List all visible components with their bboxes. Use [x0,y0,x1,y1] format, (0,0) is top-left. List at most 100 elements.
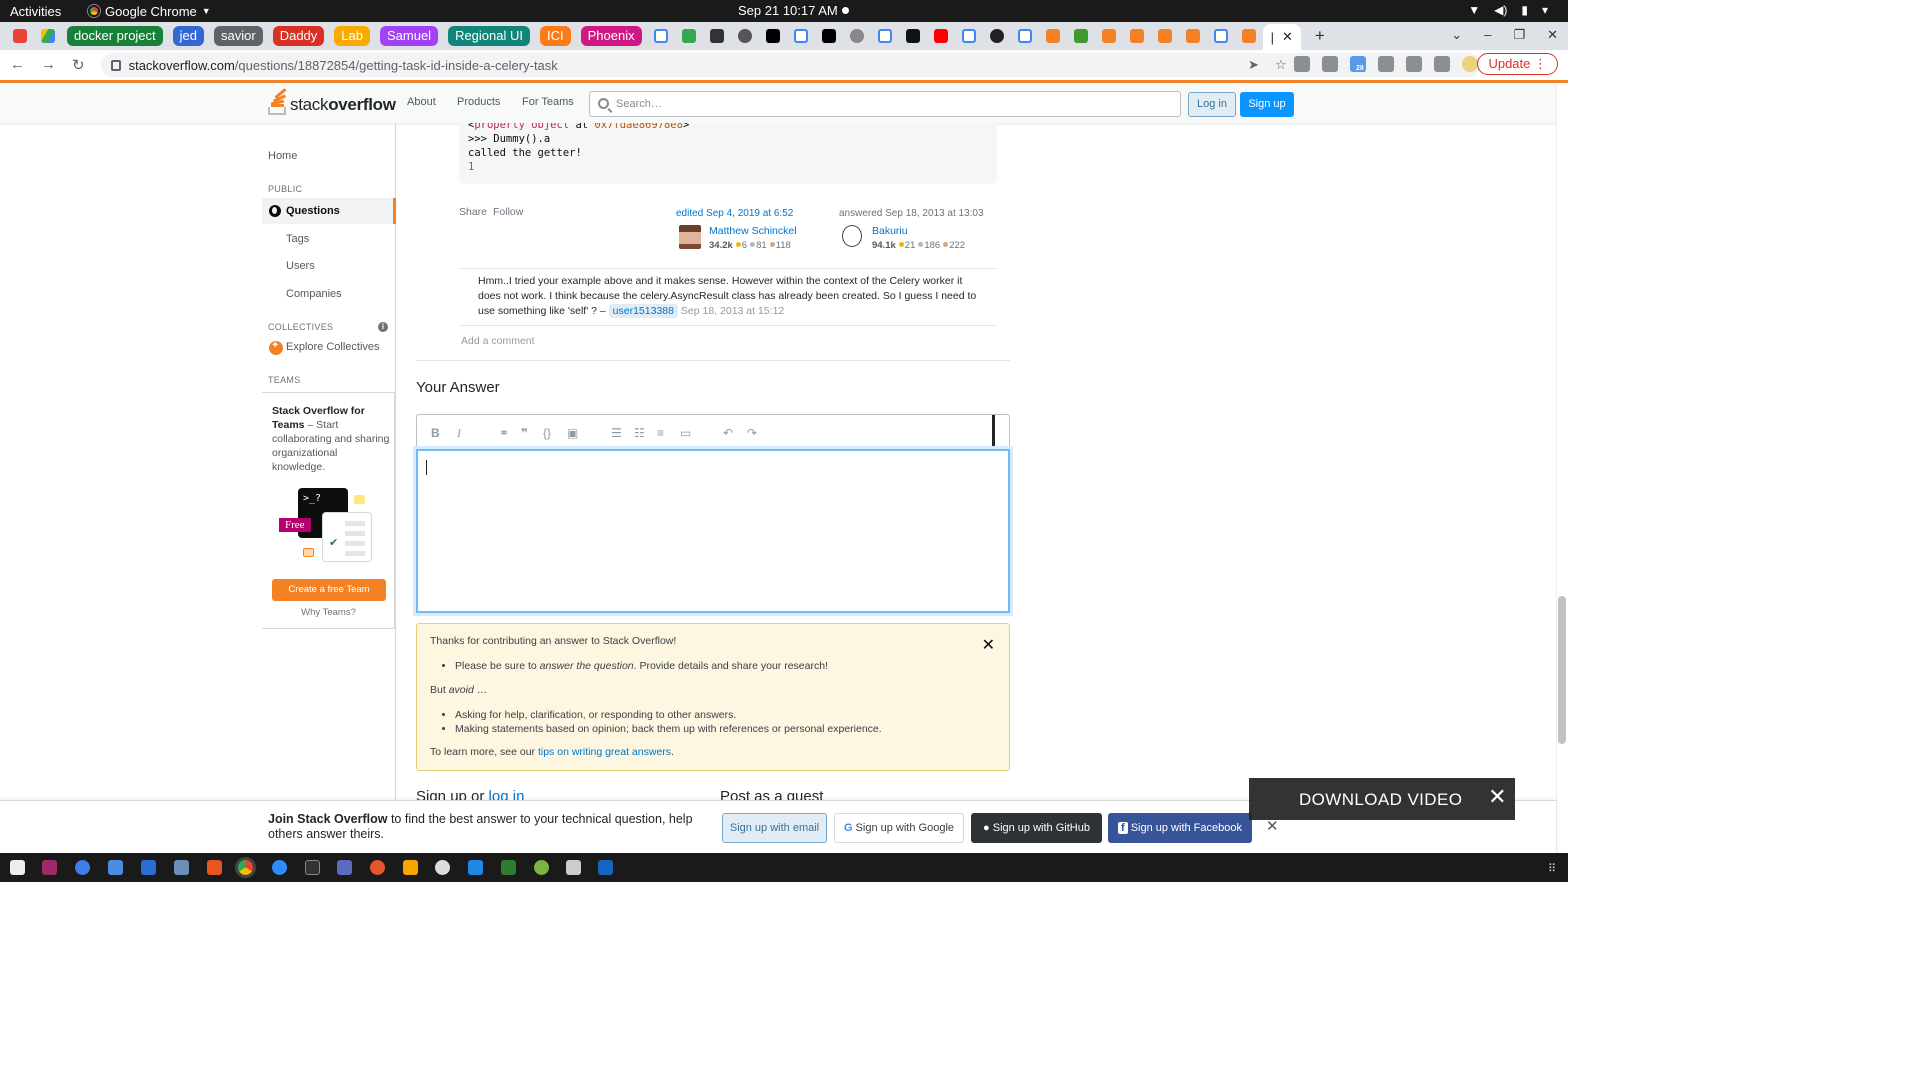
tab-group-savior[interactable]: savior [214,26,263,46]
update-button[interactable]: Update ⋮ [1477,53,1558,75]
heading-icon[interactable]: ≡ [657,426,664,440]
back-icon[interactable]: ← [10,56,25,74]
google-tab-icon[interactable] [961,29,976,43]
clock[interactable]: Sep 21 10:17 AM [738,3,838,18]
show-desktop-icon[interactable] [10,860,25,875]
tab-group-regional-ui[interactable]: Regional UI [448,26,530,46]
forward-icon[interactable]: → [41,56,56,74]
sidebar-tags[interactable]: Tags [286,233,309,245]
app-icon[interactable] [337,860,352,875]
stackoverflow-tab-icon[interactable] [1241,29,1256,43]
google-tab-icon[interactable] [653,29,668,43]
vscode-icon[interactable] [468,860,483,875]
tab-group-daddy[interactable]: Daddy [272,26,325,46]
edited-link[interactable]: edited Sep 4, 2019 at 6:52 [676,208,793,219]
close-window-icon[interactable]: ✕ [1547,27,1558,43]
tab-favicon-icon[interactable] [681,29,696,43]
lock-icon[interactable] [110,59,121,71]
app-icon[interactable] [42,860,57,875]
bookmark-star-icon[interactable]: ☆ [1275,57,1287,73]
bulleted-list-icon[interactable]: ☷ [634,426,645,440]
signup-button[interactable]: Sign up [1240,92,1294,117]
tab-group-ici[interactable]: ICI [540,26,571,46]
google-tab-icon[interactable] [1017,29,1032,43]
code-icon[interactable]: {} [543,426,551,440]
activities-button[interactable]: Activities [0,4,82,19]
gmail-icon[interactable] [13,29,27,43]
app-icon[interactable] [534,860,549,875]
side-panel-icon[interactable] [1434,56,1450,72]
close-tab-icon[interactable]: ✕ [1282,29,1293,45]
numbered-list-icon[interactable]: ☰ [611,426,622,440]
share-link[interactable]: Share [459,206,487,218]
avatar[interactable] [679,225,701,249]
youtube-tab-icon[interactable] [933,29,948,43]
italic-icon[interactable]: I [457,426,461,441]
tab-group-lab[interactable]: Lab [334,26,370,46]
comment-user-link[interactable]: user1513388 [608,304,678,318]
zoom-icon[interactable] [272,860,287,875]
sidebar-users[interactable]: Users [286,260,315,272]
send-icon[interactable]: ➤ [1248,57,1259,73]
reading-list-icon[interactable] [1406,56,1422,72]
info-icon[interactable]: i [378,322,388,332]
tab-group-samuel[interactable]: Samuel [379,26,439,46]
app-icon[interactable] [566,860,581,875]
search-input[interactable]: Search… [589,91,1181,117]
sidebar-questions[interactable]: Questions [262,198,396,224]
close-icon[interactable]: ✕ [982,635,995,655]
tab-favicon-icon[interactable] [849,29,864,43]
editor-name[interactable]: Matthew Schinckel [709,225,797,237]
sidebar-home[interactable]: Home [268,150,297,162]
signup-github-button[interactable]: ● Sign up with GitHub [971,813,1102,843]
redo-icon[interactable]: ↷ [747,426,757,440]
app-icon[interactable] [501,860,516,875]
signup-email-button[interactable]: Sign up with email [722,813,827,843]
author-name[interactable]: Bakuriu [872,225,908,237]
app-icon[interactable] [435,860,450,875]
undo-icon[interactable]: ↶ [723,426,733,440]
system-tray[interactable]: ▼ ◀) ▮ ▾ [1468,3,1548,17]
horizontal-rule-icon[interactable]: ▭ [680,426,691,440]
tab-favicon-icon[interactable] [1073,29,1088,43]
nav-for-teams[interactable]: For Teams [522,96,574,108]
app-icon[interactable] [370,860,385,875]
create-free-team-button[interactable]: Create a free Team [272,579,386,601]
blockquote-icon[interactable]: ❞ [521,426,528,440]
bold-icon[interactable]: B [431,426,440,440]
extension-icon[interactable] [1294,56,1310,72]
avatar[interactable] [842,225,862,247]
puzzle-icon[interactable] [1378,56,1394,72]
tab-search-icon[interactable]: ⌄ [1451,27,1462,43]
tips-link[interactable]: tips on writing great answers [538,746,671,758]
medium-tab-icon[interactable] [821,29,836,43]
profile-icon[interactable] [1462,56,1478,72]
tab-favicon-icon[interactable] [989,29,1004,43]
stackoverflow-tab-icon[interactable] [1101,29,1116,43]
add-comment-link[interactable]: Add a comment [461,335,535,347]
help-icon[interactable] [75,860,90,875]
terminal-icon[interactable] [305,860,320,875]
app-icon[interactable] [141,860,156,875]
sublime-icon[interactable] [403,860,418,875]
new-tab-icon[interactable]: + [1315,26,1325,46]
tab-favicon-icon[interactable] [737,29,752,43]
reload-icon[interactable]: ↻ [72,56,85,74]
why-teams-link[interactable]: Why Teams? [262,607,395,618]
google-tab-icon[interactable] [877,29,892,43]
app-icon[interactable] [598,860,613,875]
login-button[interactable]: Log in [1188,92,1236,117]
so-logo[interactable]: stackoverflow [268,88,396,115]
stackoverflow-tab-icon[interactable] [1157,29,1172,43]
chrome-icon[interactable] [238,860,253,875]
app-menu[interactable]: Google Chrome ▼ [88,4,211,19]
app-icon[interactable] [174,860,189,875]
tab-group-phoenix[interactable]: Phoenix [580,26,642,46]
comment-date[interactable]: Sep 18, 2013 at 15:12 [681,305,784,317]
nav-about[interactable]: About [407,96,436,108]
page-scrollbar-thumb[interactable] [1558,596,1566,744]
stackoverflow-tab-icon[interactable] [1185,29,1200,43]
software-center-icon[interactable] [207,860,222,875]
active-tab[interactable]: | ✕ [1262,24,1301,50]
signup-facebook-button[interactable]: f Sign up with Facebook [1108,813,1252,843]
